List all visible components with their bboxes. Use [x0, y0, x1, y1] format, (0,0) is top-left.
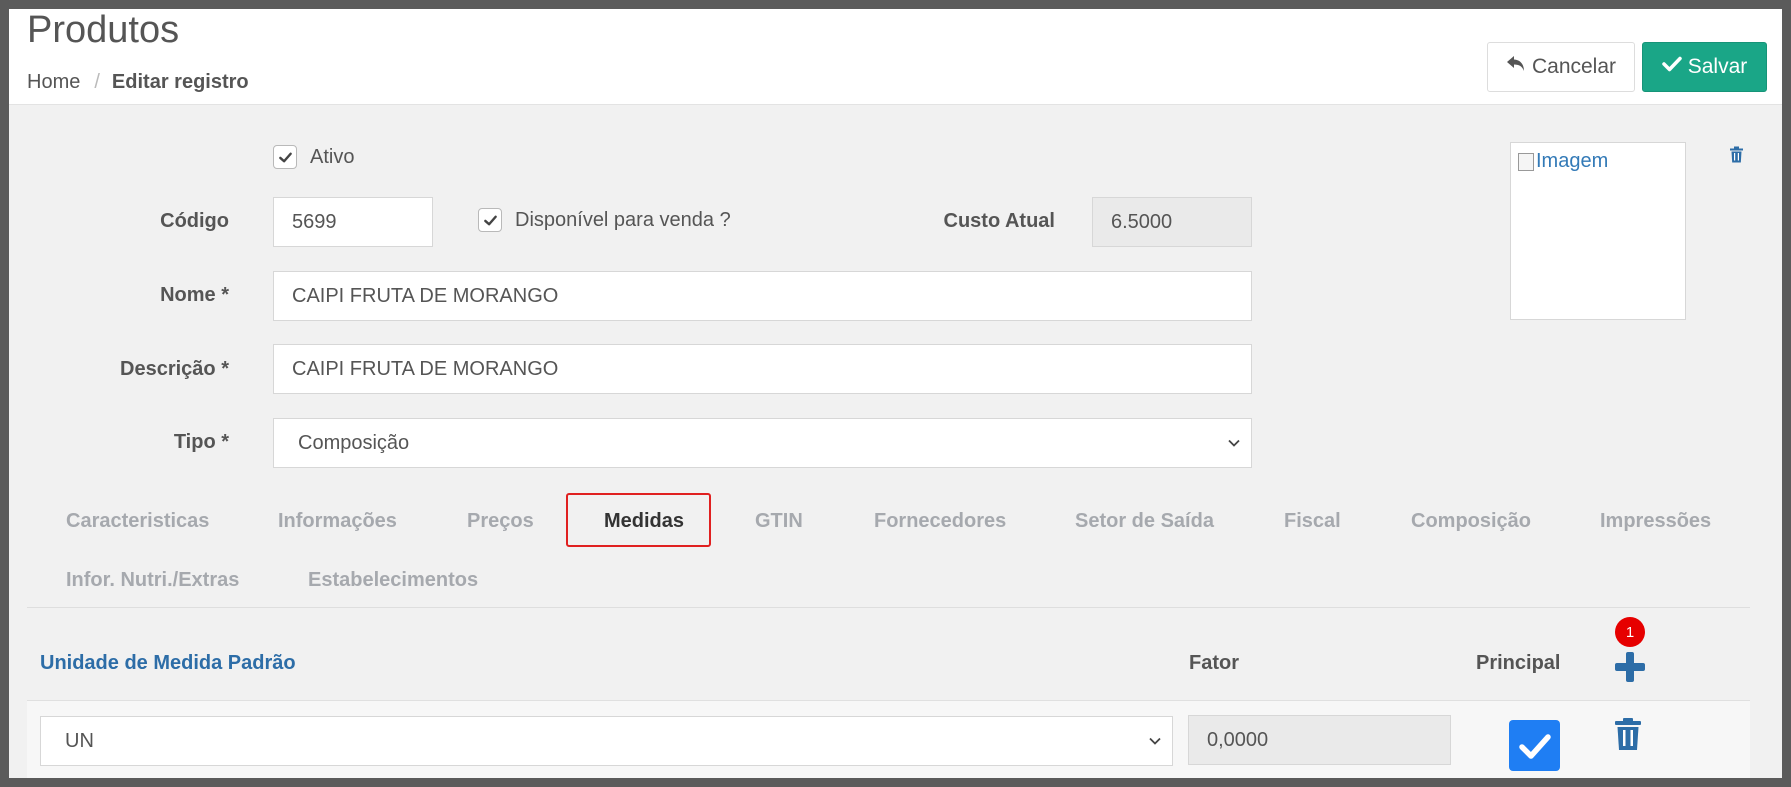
add-medida-icon[interactable] [1614, 651, 1646, 688]
check-icon [1661, 55, 1682, 79]
chevron-down-icon [1228, 439, 1240, 447]
tab-setor-de-saida[interactable]: Setor de Saída [1075, 510, 1214, 533]
custo-atual-field: 6.5000 [1092, 197, 1252, 247]
checkmark-icon [278, 152, 292, 162]
chevron-down-icon [1149, 737, 1161, 745]
breadcrumb: Home / Editar registro [27, 71, 249, 94]
codigo-label: Código [160, 210, 229, 232]
descricao-input[interactable]: CAIPI FRUTA DE MORANGO [273, 344, 1252, 394]
delete-row-icon[interactable] [1613, 717, 1643, 756]
tabs-divider [27, 607, 1750, 608]
principal-checkbox[interactable] [1509, 720, 1560, 771]
page-title: Produtos [27, 9, 180, 51]
tab-gtin[interactable]: GTIN [755, 510, 803, 533]
save-button[interactable]: Salvar [1642, 42, 1767, 92]
column-header-fator: Fator [1189, 652, 1239, 674]
breadcrumb-home-link[interactable]: Home [27, 71, 80, 93]
disponivel-label: Disponível para venda ? [515, 209, 731, 231]
fator-field: 0,0000 [1188, 715, 1451, 765]
ativo-label: Ativo [310, 146, 355, 168]
tab-estabelecimentos[interactable]: Estabelecimentos [308, 569, 478, 592]
unidade-select[interactable]: UN [40, 716, 1173, 766]
nome-input[interactable]: CAIPI FRUTA DE MORANGO [273, 271, 1252, 321]
broken-image-icon [1518, 152, 1534, 171]
cancel-label: Cancelar [1531, 55, 1617, 78]
tab-medidas[interactable]: Medidas [604, 510, 684, 533]
page-header: Produtos Home / Editar registro Cancelar S… [9, 9, 1782, 105]
delete-image-icon[interactable] [1729, 146, 1744, 168]
product-image[interactable]: Imagem [1510, 142, 1686, 320]
tab-informacoes[interactable]: Informações [278, 510, 397, 533]
tipo-selected-value: Composição [298, 431, 410, 454]
tab-fiscal[interactable]: Fiscal [1284, 510, 1341, 533]
unidade-selected-value: UN [65, 729, 94, 752]
ativo-checkbox[interactable] [273, 145, 297, 169]
undo-icon [1506, 55, 1526, 79]
tab-impressoes[interactable]: Impressões [1600, 510, 1711, 533]
app-window: Produtos Home / Editar registro Cancelar S… [9, 9, 1782, 778]
notification-badge: 1 [1615, 617, 1645, 647]
save-label: Salvar [1687, 55, 1748, 78]
tipo-label: Tipo * [173, 431, 229, 453]
checkmark-icon [483, 215, 497, 225]
column-header-unidade[interactable]: Unidade de Medida Padrão [40, 652, 296, 675]
column-header-principal: Principal [1476, 652, 1561, 674]
tab-precos[interactable]: Preços [467, 510, 534, 533]
tab-fornecedores[interactable]: Fornecedores [874, 510, 1006, 533]
image-alt-text: Imagem [1536, 150, 1609, 172]
nome-label: Nome * [160, 284, 229, 306]
tab-infor-nutri-extras[interactable]: Infor. Nutri./Extras [66, 569, 239, 592]
breadcrumb-current: Editar registro [111, 71, 249, 93]
descricao-label: Descrição * [120, 358, 229, 380]
tab-composicao[interactable]: Composição [1411, 510, 1531, 533]
cancel-button[interactable]: Cancelar [1487, 42, 1635, 92]
disponivel-checkbox[interactable] [478, 208, 502, 232]
image-placeholder: Imagem [1518, 150, 1608, 173]
tipo-select[interactable]: Composição [273, 418, 1252, 468]
codigo-input[interactable]: 5699 [273, 197, 433, 247]
custo-label: Custo Atual [943, 210, 1055, 232]
breadcrumb-separator: / [94, 71, 100, 93]
tab-caracteristicas[interactable]: Caracteristicas [66, 510, 209, 533]
checkmark-icon [1518, 733, 1551, 759]
